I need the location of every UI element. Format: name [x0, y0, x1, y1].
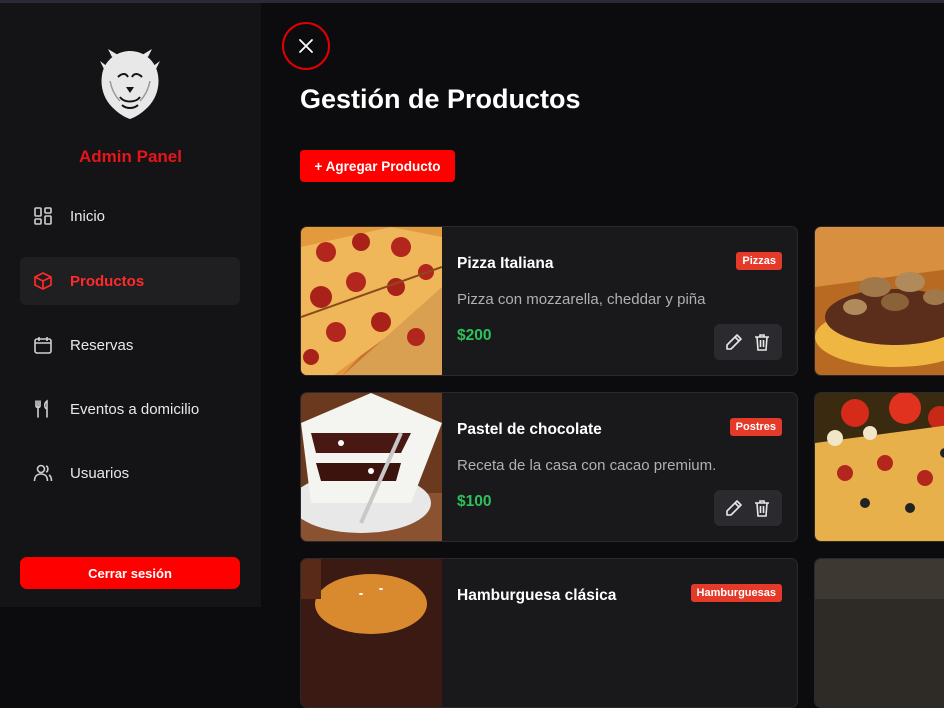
dashboard-icon: [32, 205, 54, 227]
product-name: Pizza Italiana: [457, 255, 554, 272]
delete-icon[interactable]: [752, 332, 772, 352]
delete-icon[interactable]: [752, 498, 772, 518]
sidebar-item-reservas[interactable]: Reservas: [20, 321, 240, 369]
product-price: $100: [457, 493, 492, 510]
logout-button[interactable]: Cerrar sesión: [20, 557, 240, 589]
product-name: Pastel de chocolate: [457, 421, 602, 438]
close-icon: [299, 39, 313, 53]
sidebar-item-productos[interactable]: Productos: [20, 257, 240, 305]
sidebar-item-label: Eventos a domicilio: [70, 400, 200, 418]
close-button[interactable]: [282, 22, 330, 70]
lion-logo-icon: [100, 49, 160, 119]
product-name: Hamburguesa clásica: [457, 587, 617, 604]
sidebar-item-eventos[interactable]: Eventos a domicilio: [20, 385, 240, 433]
sidebar-item-label: Productos: [70, 272, 145, 290]
sidebar-item-usuarios[interactable]: Usuarios: [20, 449, 240, 497]
product-actions: [714, 490, 782, 526]
category-badge: Postres: [729, 418, 782, 436]
product-description: Receta de la casa con cacao premium.: [457, 457, 717, 474]
product-image: [301, 227, 442, 375]
product-price: $200: [457, 327, 492, 344]
product-description: Pizza con mozzarella, cheddar y piña: [457, 291, 706, 308]
product-card: Hamburguesa clásica Hamburguesas: [300, 558, 798, 708]
calendar-icon: [32, 334, 54, 356]
box-icon: [32, 270, 54, 292]
admin-panel-title: Admin Panel: [79, 147, 182, 166]
sidebar: Admin Panel Inicio Productos Reservas Ev…: [0, 3, 261, 607]
product-image: [301, 393, 442, 541]
product-card-image: [814, 392, 944, 542]
product-card-image: [814, 226, 944, 376]
page-title: Gestión de Productos: [300, 84, 581, 114]
sidebar-item-inicio[interactable]: Inicio: [20, 192, 240, 240]
edit-icon[interactable]: [724, 498, 744, 518]
product-card: Pizza Italiana Pizzas Pizza con mozzarel…: [300, 226, 798, 376]
sidebar-item-label: Inicio: [70, 207, 106, 225]
utensils-icon: [32, 398, 54, 420]
category-badge: Hamburguesas: [690, 584, 782, 602]
product-actions: [714, 324, 782, 360]
product-card: Pastel de chocolate Postres Receta de la…: [300, 392, 798, 542]
users-icon: [32, 462, 54, 484]
product-image: [301, 559, 442, 707]
sidebar-item-label: Usuarios: [70, 464, 130, 482]
product-card-image: [814, 558, 944, 708]
sidebar-item-label: Reservas: [70, 336, 134, 354]
edit-icon[interactable]: [724, 332, 744, 352]
category-badge: Pizzas: [736, 252, 782, 270]
add-product-button[interactable]: + Agregar Producto: [300, 150, 455, 182]
